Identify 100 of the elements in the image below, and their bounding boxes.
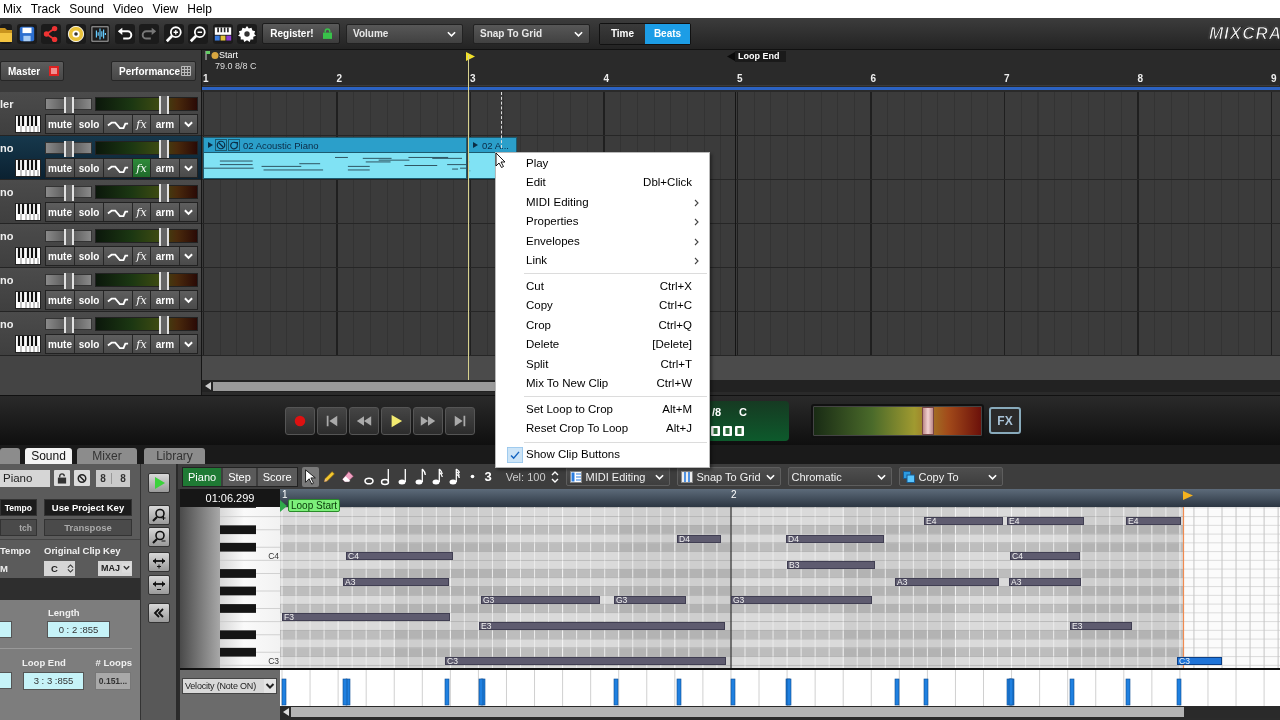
skip-end-button[interactable] bbox=[445, 406, 475, 435]
menu-item[interactable]: Properties bbox=[507, 212, 709, 232]
piano-keyboard[interactable] bbox=[180, 507, 280, 668]
track-button[interactable]: arm bbox=[151, 247, 179, 265]
loop-end-marker[interactable]: Loop End bbox=[735, 51, 786, 62]
tab[interactable]: Library bbox=[144, 448, 205, 464]
length-field[interactable]: 0 : 2 :855 bbox=[47, 621, 110, 638]
midi-note[interactable]: C4 bbox=[346, 552, 453, 560]
track-button[interactable]: mute bbox=[46, 159, 74, 177]
dropdown[interactable]: Snap To Grid bbox=[676, 467, 781, 486]
volume-fader[interactable] bbox=[95, 141, 198, 155]
loops-field[interactable]: 0.151... bbox=[95, 672, 131, 690]
folder-icon[interactable] bbox=[0, 23, 12, 44]
start-field[interactable] bbox=[0, 621, 12, 638]
volume-thumb[interactable] bbox=[158, 272, 169, 290]
loop-start-field[interactable] bbox=[0, 672, 12, 689]
disc-icon[interactable] bbox=[65, 23, 86, 44]
play-preview-button[interactable] bbox=[147, 473, 170, 493]
loop-end-flag-icon[interactable] bbox=[1183, 491, 1193, 500]
track-button[interactable]: solo bbox=[75, 291, 103, 309]
track-button[interactable]: mute bbox=[46, 291, 74, 309]
eighth-note-icon[interactable] bbox=[413, 467, 426, 486]
track-menu-button[interactable] bbox=[180, 247, 197, 265]
view-mode-tab[interactable]: Piano bbox=[183, 467, 222, 486]
menu-item[interactable]: Delete [Delete] bbox=[507, 335, 709, 355]
timeline-ruler[interactable]: Start 79.0 8/8 C Loop End 1 2 3 4 5 6 7 8 9 bbox=[202, 50, 1280, 92]
lock-button[interactable] bbox=[54, 470, 70, 486]
menu-item[interactable]: MIDI Editing bbox=[507, 192, 709, 213]
play-icon[interactable] bbox=[206, 140, 214, 150]
menu-item[interactable]: Video bbox=[112, 2, 144, 16]
track-button[interactable]: solo bbox=[75, 115, 103, 133]
menu-item[interactable]: Split Ctrl+T bbox=[507, 354, 709, 374]
rewind-button[interactable] bbox=[349, 406, 379, 435]
midi-clip[interactable]: 02 Acoustic Piano bbox=[203, 137, 467, 179]
dropdown[interactable]: Copy To bbox=[898, 467, 1003, 486]
menu-item[interactable]: Help bbox=[187, 2, 212, 16]
track-button[interactable]: mute bbox=[46, 335, 74, 353]
view-mode-tab[interactable]: Step bbox=[223, 467, 256, 486]
settings-icon[interactable] bbox=[237, 23, 257, 44]
track-menu-button[interactable] bbox=[180, 291, 197, 309]
midi-note[interactable]: G3 bbox=[731, 595, 872, 604]
scroll-left-icon[interactable] bbox=[283, 708, 289, 716]
track-menu-button[interactable] bbox=[180, 203, 197, 221]
menu-item[interactable]: Crop Ctrl+Q bbox=[507, 315, 709, 336]
start-marker[interactable]: Start bbox=[219, 50, 238, 60]
tool-button[interactable] bbox=[301, 466, 319, 487]
widen-button[interactable] bbox=[147, 552, 170, 572]
track-button[interactable]: fx bbox=[133, 203, 150, 221]
velocity-lane[interactable] bbox=[280, 670, 1280, 706]
pan-slider[interactable] bbox=[45, 142, 92, 154]
toggle-button[interactable]: tch bbox=[0, 519, 37, 536]
envelope-button[interactable] bbox=[104, 291, 132, 309]
menu-item[interactable]: Mix To New Clip Ctrl+W bbox=[507, 373, 709, 394]
performance-button[interactable]: Performance bbox=[111, 61, 196, 81]
midi-note[interactable]: C3 bbox=[445, 657, 726, 665]
zoom-out-icon[interactable] bbox=[188, 23, 208, 44]
scale-dropdown[interactable]: MAJ bbox=[98, 560, 132, 576]
track-button[interactable]: fx bbox=[133, 159, 150, 177]
envelope-button[interactable] bbox=[104, 115, 132, 133]
midi-note[interactable]: E4 bbox=[1007, 517, 1084, 525]
quarter-note-icon[interactable] bbox=[396, 467, 409, 486]
midi-note[interactable]: E3 bbox=[1070, 622, 1132, 630]
track-header[interactable]: no mute solo fx arm bbox=[0, 224, 201, 268]
no-entry-icon[interactable] bbox=[215, 139, 227, 151]
menu-item[interactable]: Set Loop to Crop Alt+M bbox=[507, 399, 709, 420]
midi-note[interactable]: E4 bbox=[1126, 517, 1181, 525]
track-button[interactable]: fx bbox=[133, 335, 150, 353]
clip-name-field[interactable]: Piano bbox=[0, 469, 50, 487]
loop-start-marker[interactable]: Loop Start bbox=[288, 499, 341, 512]
zoom-in-button[interactable] bbox=[147, 505, 170, 525]
midi-note[interactable]: F3 bbox=[282, 613, 450, 622]
loop-icon[interactable] bbox=[228, 139, 240, 151]
track-button[interactable]: arm bbox=[151, 203, 179, 221]
pan-thumb[interactable] bbox=[63, 141, 74, 157]
share-icon[interactable] bbox=[41, 23, 61, 44]
menu-item[interactable]: Reset Crop To Loop Alt+J bbox=[507, 419, 709, 439]
track-header[interactable]: no mute solo fx arm bbox=[0, 136, 201, 180]
dropdown[interactable]: Chromatic bbox=[787, 467, 892, 486]
track-button[interactable]: fx bbox=[133, 115, 150, 133]
dot-icon[interactable] bbox=[469, 474, 475, 479]
toggle-button[interactable]: Transpose bbox=[44, 519, 132, 536]
pan-slider[interactable] bbox=[45, 230, 92, 242]
tab[interactable]: Mixer bbox=[77, 448, 137, 464]
narrow-button[interactable] bbox=[147, 575, 170, 595]
register-button[interactable]: Register! bbox=[262, 23, 340, 44]
pan-slider[interactable] bbox=[45, 98, 92, 110]
pan-thumb[interactable] bbox=[63, 97, 74, 113]
volume-fader[interactable] bbox=[95, 273, 198, 287]
track-header[interactable]: no mute solo fx arm bbox=[0, 268, 201, 312]
track-button[interactable]: solo bbox=[75, 247, 103, 265]
fast-forward-button[interactable] bbox=[413, 406, 443, 435]
track-button[interactable]: solo bbox=[75, 159, 103, 177]
toggle-button[interactable]: Tempo bbox=[0, 499, 37, 516]
dropdown[interactable]: Snap To Grid bbox=[473, 23, 590, 44]
half-note-icon[interactable] bbox=[379, 467, 392, 486]
zoom-in-icon[interactable] bbox=[163, 23, 184, 44]
volume-fader[interactable] bbox=[95, 185, 198, 199]
midi-note[interactable]: A3 bbox=[1009, 578, 1081, 587]
waveform-icon[interactable] bbox=[90, 23, 110, 44]
toggle-button[interactable]: Use Project Key bbox=[44, 499, 132, 516]
